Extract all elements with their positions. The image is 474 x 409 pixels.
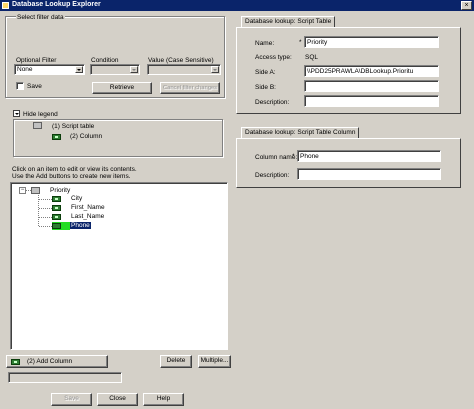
app-icon bbox=[2, 2, 9, 9]
column-name-label: Column name: bbox=[255, 154, 298, 161]
name-field[interactable]: Priority bbox=[304, 36, 439, 48]
script-table-icon bbox=[33, 122, 42, 129]
tree-expander[interactable]: − bbox=[19, 187, 26, 194]
save-checkbox-label: Save bbox=[27, 83, 42, 90]
side-b-field[interactable] bbox=[304, 80, 439, 92]
chevron-down-icon[interactable] bbox=[130, 66, 138, 73]
column-icon bbox=[11, 359, 20, 365]
value-select[interactable] bbox=[147, 64, 221, 75]
delete-button[interactable]: Delete bbox=[160, 355, 192, 368]
value-label: Value (Case Sensitive) bbox=[148, 57, 214, 64]
legend-table-label: (1) Script table bbox=[52, 123, 95, 130]
name-required-marker: * bbox=[299, 39, 302, 46]
progress-bar bbox=[8, 372, 122, 383]
tree-connector bbox=[39, 217, 52, 218]
optional-filter-label: Optional Filter bbox=[16, 57, 57, 64]
legend-box bbox=[13, 119, 223, 157]
tree-root-priority[interactable]: Priority bbox=[50, 187, 70, 194]
tree-connector bbox=[39, 208, 52, 209]
tree-connector bbox=[39, 226, 52, 227]
column-icon bbox=[52, 196, 61, 202]
tree-item-phone[interactable]: Phone bbox=[70, 222, 91, 229]
items-tree[interactable]: − Priority City First_Name Last_Name Pho… bbox=[10, 182, 228, 350]
chevron-down-icon[interactable] bbox=[75, 66, 83, 73]
condition-select[interactable] bbox=[90, 64, 140, 75]
column-selected-icon bbox=[52, 222, 70, 230]
name-field-value: Priority bbox=[307, 39, 328, 46]
description-field[interactable] bbox=[304, 95, 439, 107]
tree-item-last-name[interactable]: Last_Name bbox=[71, 213, 104, 220]
close-window-button[interactable]: × bbox=[461, 1, 472, 10]
description-label: Description: bbox=[255, 99, 290, 106]
instructions-line-2: Use the Add buttons to create new items. bbox=[12, 173, 131, 180]
save-button[interactable]: Save bbox=[51, 393, 92, 406]
optional-filter-select[interactable]: None bbox=[14, 64, 85, 75]
access-type-label: Access type: bbox=[255, 54, 292, 61]
tree-item-first-name[interactable]: First_Name bbox=[71, 204, 105, 211]
side-b-label: Side B: bbox=[255, 84, 276, 91]
script-table-column-panel bbox=[236, 138, 461, 188]
column-name-required-marker: * bbox=[292, 153, 295, 160]
script-table-icon bbox=[31, 187, 40, 194]
window-title: Database Lookup Explorer bbox=[12, 1, 101, 8]
add-column-label: (2) Add Column bbox=[27, 358, 73, 365]
column-icon bbox=[52, 134, 61, 140]
save-checkbox[interactable] bbox=[16, 82, 24, 90]
condition-label: Condition bbox=[91, 57, 119, 64]
legend-column-label: (2) Column bbox=[70, 133, 103, 140]
add-column-button[interactable]: (2) Add Column bbox=[6, 355, 108, 368]
help-button[interactable]: Help bbox=[143, 393, 184, 406]
retrieve-button[interactable]: Retrieve bbox=[92, 82, 152, 94]
cancel-filter-changes-button[interactable]: Cancel filter changes bbox=[160, 82, 220, 94]
close-button[interactable]: Close bbox=[97, 393, 138, 406]
side-a-field-value: \\PDD25PRAWLA\DBLookup.Prioritu bbox=[307, 68, 414, 75]
multiple-button[interactable]: Multiple... bbox=[198, 355, 231, 368]
optional-filter-value: None bbox=[17, 66, 33, 73]
name-label: Name: bbox=[255, 40, 275, 47]
column-description-field[interactable] bbox=[297, 168, 441, 180]
chevron-down-icon[interactable] bbox=[211, 66, 219, 73]
side-a-field[interactable]: \\PDD25PRAWLA\DBLookup.Prioritu bbox=[304, 65, 439, 77]
filter-group-title: Select filter data bbox=[16, 14, 65, 21]
tree-connector bbox=[38, 193, 39, 226]
access-type-value: SQL bbox=[305, 54, 319, 61]
instructions-line-1: Click on an item to edit or view its con… bbox=[12, 166, 137, 173]
column-icon bbox=[52, 205, 61, 211]
title-bar: Database Lookup Explorer × bbox=[0, 0, 474, 11]
hide-legend-label[interactable]: Hide legend bbox=[23, 111, 58, 118]
tree-connector bbox=[39, 199, 52, 200]
column-name-field[interactable]: Phone bbox=[297, 150, 441, 162]
legend-toggle-icon[interactable] bbox=[13, 110, 20, 117]
tree-item-city[interactable]: City bbox=[71, 195, 82, 202]
side-a-label: Side A: bbox=[255, 69, 276, 76]
column-icon bbox=[52, 214, 61, 220]
column-name-field-value: Phone bbox=[300, 153, 319, 160]
column-description-label: Description: bbox=[255, 172, 290, 179]
